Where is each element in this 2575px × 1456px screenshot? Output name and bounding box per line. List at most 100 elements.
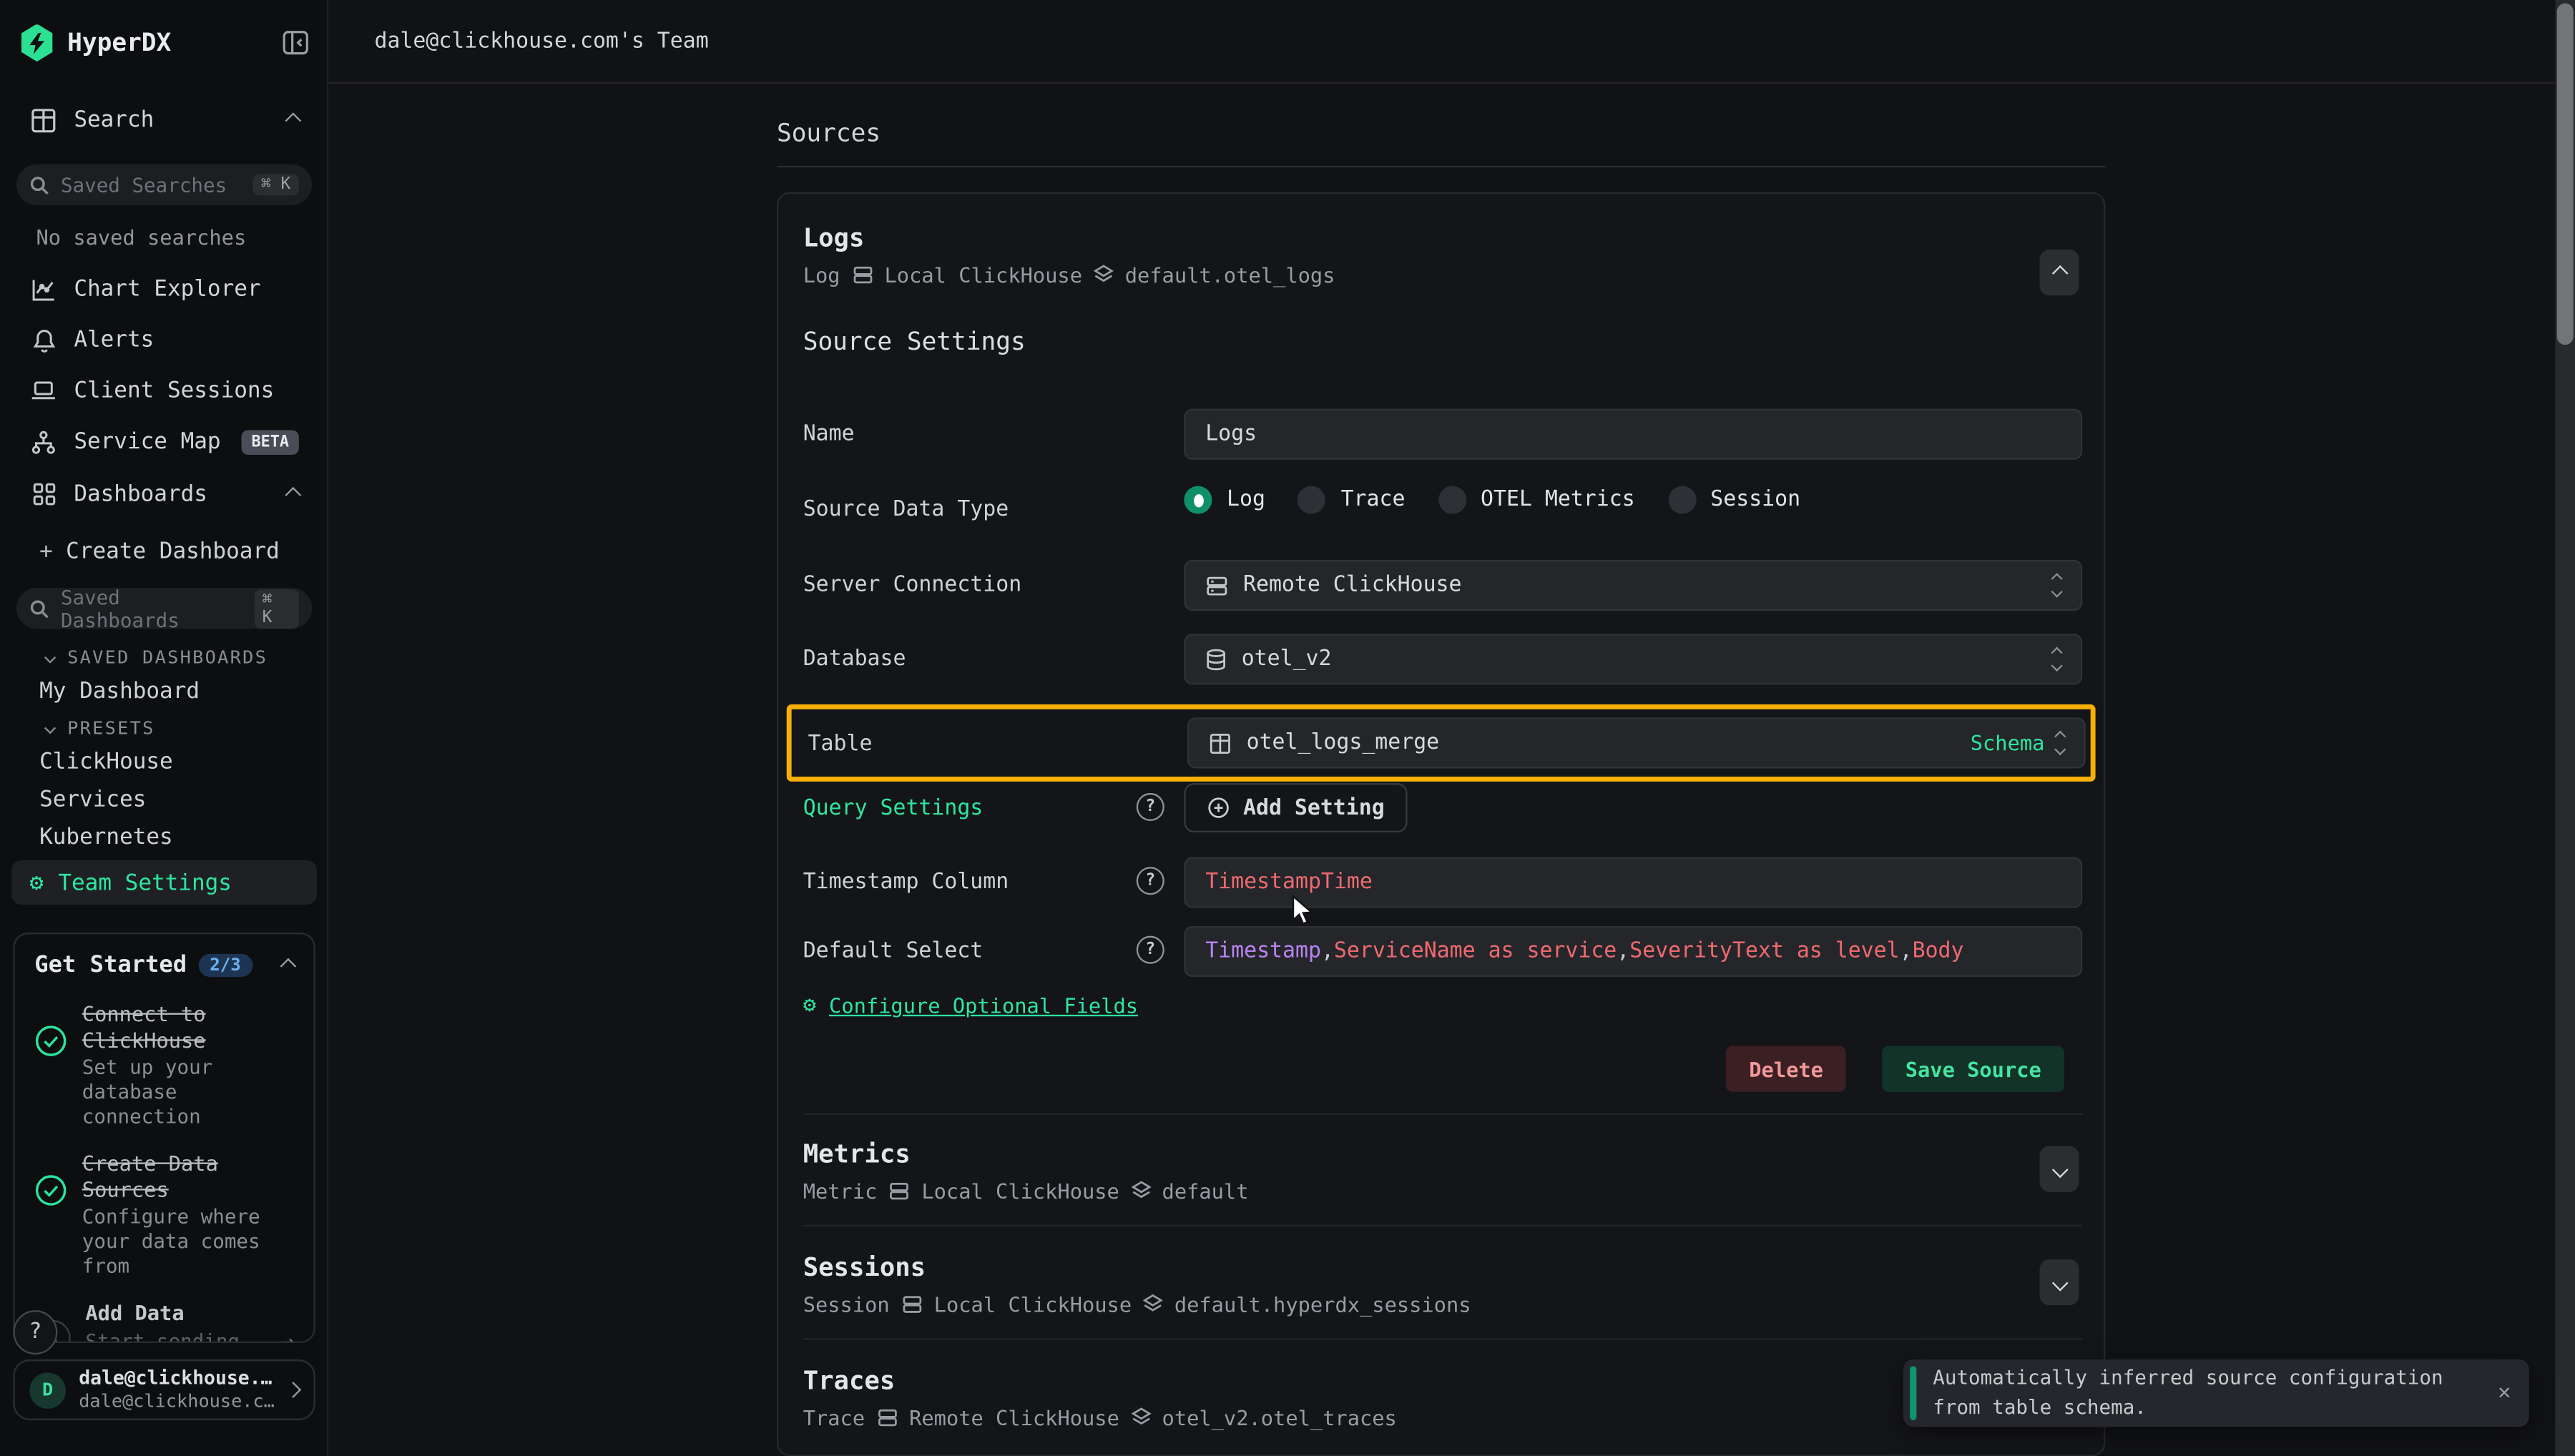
get-started-card: Get Started 2/3 Connect to ClickHouse Se… bbox=[13, 933, 315, 1343]
sidebar-item-my-dashboard[interactable]: My Dashboard bbox=[39, 678, 200, 704]
sidebar-item-service-map[interactable]: Service Map BETA bbox=[0, 422, 328, 461]
presets-group[interactable]: PRESETS bbox=[46, 717, 154, 739]
saved-dashboards-group[interactable]: SAVED DASHBOARDS bbox=[46, 647, 268, 669]
topbar: dale@clickhouse.com's Team bbox=[328, 0, 2575, 84]
radio-icon[interactable] bbox=[1668, 486, 1696, 514]
search-placeholder: Saved Dashboards bbox=[61, 585, 242, 631]
source-data-type-label: Source Data Type bbox=[803, 498, 1009, 522]
step-desc: Start sending logs, metrics, or traces bbox=[85, 1329, 266, 1343]
get-started-step-add-data[interactable]: 3 Add Data Start sending logs, metrics, … bbox=[34, 1301, 294, 1343]
check-circle-icon bbox=[34, 1174, 67, 1278]
source-settings-title: Source Settings bbox=[803, 327, 1026, 356]
chevron-up-icon[interactable] bbox=[285, 112, 301, 128]
name-input[interactable]: Logs bbox=[1184, 409, 2082, 460]
saved-dashboards-input[interactable]: Saved Dashboards ⌘ K bbox=[16, 588, 312, 629]
help-icon[interactable]: ? bbox=[1137, 936, 1164, 964]
sidebar-item-dashboards[interactable]: Dashboards bbox=[0, 475, 328, 514]
team-title: dale@clickhouse.com's Team bbox=[374, 29, 708, 53]
sidebar-item-label: Alerts bbox=[74, 327, 299, 353]
sidebar-item-label: Client Sessions bbox=[74, 378, 299, 404]
get-started-step-connect[interactable]: Connect to ClickHouse Set up your databa… bbox=[34, 1002, 294, 1128]
step-title: Create Data Sources bbox=[82, 1151, 294, 1203]
select-chevrons-icon bbox=[2056, 732, 2064, 754]
sidebar-item-services[interactable]: Services bbox=[39, 787, 146, 813]
user-name: dale@clickhouse.… bbox=[79, 1367, 274, 1391]
help-button[interactable]: ? bbox=[13, 1310, 57, 1354]
get-started-step-sources[interactable]: Create Data Sources Configure where your… bbox=[34, 1151, 294, 1278]
create-dashboard-button[interactable]: + Create Dashboard bbox=[39, 538, 280, 565]
close-icon[interactable]: ✕ bbox=[2480, 1381, 2529, 1405]
add-setting-button[interactable]: Add Setting bbox=[1184, 783, 1407, 832]
radio-trace[interactable]: Trace bbox=[1298, 486, 1406, 514]
sidebar-item-label: Dashboards bbox=[74, 481, 271, 508]
bell-icon bbox=[29, 328, 57, 352]
configure-optional-fields-link[interactable]: ⚙ Configure Optional Fields bbox=[803, 993, 1138, 1018]
server-icon bbox=[888, 1181, 910, 1202]
laptop-icon bbox=[29, 379, 57, 402]
radio-icon[interactable] bbox=[1298, 486, 1326, 514]
sidebar-item-clickhouse[interactable]: ClickHouse bbox=[39, 749, 173, 775]
radio-otel-metrics[interactable]: OTEL Metrics bbox=[1438, 486, 1634, 514]
default-select-label: Default Select bbox=[803, 939, 984, 963]
hyperdx-logo-icon bbox=[20, 24, 54, 62]
shortcut-badge: ⌘ K bbox=[252, 174, 298, 195]
search-icon bbox=[29, 599, 49, 619]
radio-selected-icon[interactable] bbox=[1184, 486, 1212, 514]
expand-metrics-button[interactable] bbox=[2040, 1146, 2079, 1192]
table-diamond-icon bbox=[1094, 265, 1114, 286]
scrollbar-thumb[interactable] bbox=[2557, 4, 2574, 345]
sidebar-item-search[interactable]: Search bbox=[0, 100, 328, 139]
radio-log[interactable]: Log bbox=[1184, 486, 1265, 514]
sidebar-item-team-settings[interactable]: ⚙ Team Settings bbox=[11, 860, 317, 905]
step-desc: Configure where your data comes from bbox=[82, 1206, 294, 1278]
collapse-logs-button[interactable] bbox=[2040, 250, 2079, 295]
server-icon bbox=[852, 265, 873, 286]
select-chevrons-icon bbox=[2053, 649, 2061, 670]
metrics-section-title: Metrics bbox=[803, 1139, 911, 1169]
default-select-input[interactable]: Timestamp, ServiceName as service, Sever… bbox=[1184, 926, 2082, 977]
sidebar-item-chart-explorer[interactable]: Chart Explorer bbox=[0, 270, 328, 309]
user-menu[interactable]: D dale@clickhouse.… dale@clickhouse.c… bbox=[13, 1359, 315, 1420]
metrics-meta: Metric Local ClickHouse default bbox=[803, 1179, 1249, 1203]
beta-badge: BETA bbox=[242, 429, 299, 453]
sidebar-item-kubernetes[interactable]: Kubernetes bbox=[39, 825, 173, 851]
source-data-type-group: Log Trace OTEL Metrics Session bbox=[1184, 486, 1800, 514]
chevron-down-icon bbox=[44, 651, 56, 663]
toast-notification: Automatically inferred source configurat… bbox=[1903, 1359, 2529, 1427]
help-icon[interactable]: ? bbox=[1137, 867, 1164, 895]
chevron-up-icon[interactable] bbox=[280, 958, 297, 974]
save-source-button[interactable]: Save Source bbox=[1883, 1046, 2064, 1091]
server-connection-label: Server Connection bbox=[803, 573, 1022, 597]
help-icon[interactable]: ? bbox=[1137, 793, 1164, 821]
arrow-right-icon: → bbox=[281, 1330, 294, 1343]
radio-session[interactable]: Session bbox=[1668, 486, 1801, 514]
check-circle-icon bbox=[34, 1025, 67, 1128]
sidebar-item-client-sessions[interactable]: Client Sessions bbox=[0, 371, 328, 410]
server-icon bbox=[876, 1407, 898, 1429]
timestamp-column-input[interactable]: TimestampTime bbox=[1184, 857, 2082, 907]
search-placeholder: Saved Searches bbox=[61, 173, 227, 196]
database-select[interactable]: otel_v2 bbox=[1184, 634, 2082, 684]
divider bbox=[803, 1225, 2083, 1226]
chevron-up-icon[interactable] bbox=[285, 486, 301, 503]
select-chevrons-icon bbox=[2053, 575, 2061, 596]
table-select[interactable]: otel_logs_merge Schema bbox=[1187, 717, 2086, 768]
step-desc: Set up your database connection bbox=[82, 1056, 294, 1128]
radio-icon[interactable] bbox=[1438, 486, 1466, 514]
logs-meta: Log Local ClickHouse default.otel_logs bbox=[803, 262, 1335, 287]
table-row-highlight: Table otel_logs_merge Schema bbox=[787, 704, 2096, 782]
step-title: Add Data bbox=[85, 1301, 266, 1327]
divider bbox=[777, 166, 2105, 167]
schema-link[interactable]: Schema bbox=[1971, 731, 2045, 755]
sidebar-item-alerts[interactable]: Alerts bbox=[0, 320, 328, 360]
database-label: Database bbox=[803, 647, 906, 672]
divider bbox=[803, 1113, 2083, 1115]
server-icon bbox=[1205, 574, 1228, 596]
collapse-sidebar-icon[interactable] bbox=[283, 29, 309, 56]
expand-sessions-button[interactable] bbox=[2040, 1259, 2079, 1305]
scrollbar-track[interactable] bbox=[2555, 0, 2575, 1456]
table-label: Table bbox=[808, 732, 873, 757]
saved-searches-input[interactable]: Saved Searches ⌘ K bbox=[16, 164, 312, 205]
delete-button[interactable]: Delete bbox=[1726, 1046, 1846, 1091]
server-connection-select[interactable]: Remote ClickHouse bbox=[1184, 560, 2082, 611]
